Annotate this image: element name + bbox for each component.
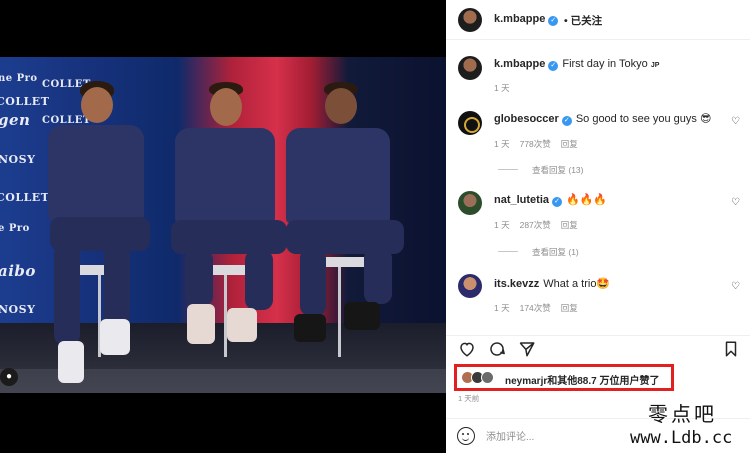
caption-avatar[interactable]: [458, 56, 482, 80]
post-header: k.mbappe ✓ • 已关注: [446, 0, 750, 40]
comment-like-icon[interactable]: ♡: [730, 197, 741, 208]
sponsor-text: aibo: [0, 262, 36, 280]
verified-icon: ✓: [561, 116, 572, 126]
comment-username[interactable]: globesoccer: [494, 113, 559, 125]
liker-avatar: [481, 371, 494, 384]
liker-username[interactable]: neymarjr: [505, 376, 547, 387]
like-icon[interactable]: [458, 340, 476, 358]
post-date[interactable]: 1 天前: [458, 393, 479, 404]
watermark-url: www.Ldb.cc: [630, 428, 733, 448]
author-username[interactable]: k.mbappe ✓: [494, 13, 559, 26]
action-bar: [446, 335, 750, 361]
caption-line: k.mbappe ✓ First day in Tokyo JP: [494, 58, 659, 71]
flag-jp: JP: [650, 62, 660, 69]
caption-text: First day in Tokyo: [562, 58, 648, 70]
comment-line: its.kevzz What a trio🤩: [494, 277, 610, 290]
verified-icon: ✓: [552, 197, 563, 207]
post-photo[interactable]: ne Pro COLLET gen NOSY COLLET e Pro aibo…: [0, 57, 446, 393]
comment-time: 1 天: [494, 220, 510, 230]
comment-time: 1 天: [494, 303, 510, 313]
sponsor-text: gen: [0, 111, 31, 129]
author-name[interactable]: k.mbappe: [494, 13, 545, 25]
comment-avatar-globesoccer[interactable]: [458, 111, 482, 135]
share-icon[interactable]: [518, 340, 536, 358]
comment-time: 1 天: [494, 139, 510, 149]
post-sidebar: k.mbappe ✓ • 已关注 k.mbappe ✓ First day in To…: [446, 0, 750, 453]
post-media[interactable]: ne Pro COLLET gen NOSY COLLET e Pro aibo…: [0, 0, 446, 453]
replies-line: [498, 251, 518, 252]
comment-text: What a trio🤩: [543, 278, 611, 290]
likes-summary-text: neymarjr和其他88.7 万位用户赞了: [505, 372, 660, 387]
comment-line: globesoccer ✓ So good to see you guys 😎: [494, 112, 711, 126]
comment-like-icon[interactable]: ♡: [730, 281, 741, 292]
player-center: [165, 82, 295, 382]
sponsor-text: ne Pro: [0, 73, 38, 84]
watermark-cn: 零点吧: [648, 402, 717, 426]
comment-text: So good to see you guys 😎: [575, 113, 712, 125]
bookmark-icon[interactable]: [722, 340, 740, 358]
follow-status-label[interactable]: 已关注: [571, 15, 603, 27]
likes-count-text[interactable]: 和其他88.7 万位用户赞了: [547, 376, 659, 387]
comment-likes[interactable]: 174次赞: [520, 303, 551, 313]
player-right: [280, 82, 410, 382]
comment-line: nat_lutetia ✓ 🔥🔥🔥: [494, 193, 607, 207]
comment-meta: 1 天 287次赞 回复: [494, 219, 588, 231]
sponsor-text: NOSY: [0, 303, 36, 316]
likes-summary-highlight[interactable]: neymarjr和其他88.7 万位用户赞了: [454, 364, 674, 391]
comment-avatar-nat-lutetia[interactable]: [458, 191, 482, 215]
sponsor-text: NOSY: [0, 153, 36, 166]
comment-meta: 1 天 174次赞 回复: [494, 302, 588, 314]
comment-icon[interactable]: [488, 340, 506, 358]
caption-username[interactable]: k.mbappe: [494, 58, 545, 70]
reply-button[interactable]: 回复: [561, 303, 578, 313]
comment-username[interactable]: nat_lutetia: [494, 194, 549, 206]
caption-time: 1 天: [494, 83, 510, 93]
reply-button[interactable]: 回复: [561, 139, 578, 149]
player-left: [40, 77, 160, 383]
comment-like-icon[interactable]: ♡: [730, 116, 741, 127]
view-replies[interactable]: 查看回复 (1): [498, 246, 579, 258]
comment-meta: 1 天 778次赞 回复: [494, 138, 588, 150]
replies-line: [498, 169, 518, 170]
emoji-icon[interactable]: [457, 427, 475, 445]
comment-likes[interactable]: 287次赞: [520, 220, 551, 230]
author-avatar[interactable]: [458, 8, 482, 32]
verified-icon: ✓: [548, 61, 559, 71]
comment-avatar-its-kevzz[interactable]: [458, 274, 482, 298]
comment-likes[interactable]: 778次赞: [520, 139, 551, 149]
dot-separator: •: [564, 15, 571, 27]
verified-icon: ✓: [548, 16, 559, 26]
view-replies-label[interactable]: 查看回复 (1): [532, 247, 579, 257]
reply-button[interactable]: 回复: [561, 220, 578, 230]
sponsor-text: e Pro: [0, 223, 30, 234]
tagged-users-icon[interactable]: ●: [0, 368, 18, 386]
view-replies[interactable]: 查看回复 (13): [498, 164, 583, 176]
comment-username[interactable]: its.kevzz: [494, 278, 539, 290]
view-replies-label[interactable]: 查看回复 (13): [532, 165, 583, 175]
comment-text: 🔥🔥🔥: [566, 194, 608, 206]
follow-status[interactable]: • 已关注: [564, 13, 602, 28]
